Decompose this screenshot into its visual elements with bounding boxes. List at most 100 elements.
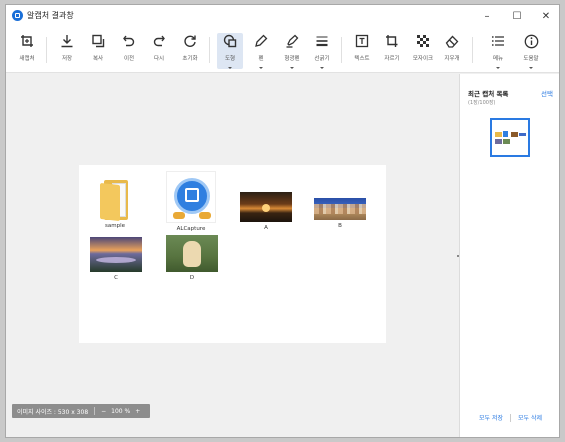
highlighter-label: 형광펜 — [284, 56, 300, 62]
mosaic-label: 모자이크 — [412, 56, 434, 62]
capture-count: (1장/100장) — [468, 100, 496, 106]
close-button[interactable]: ✕ — [531, 5, 559, 27]
chevron-down-icon — [496, 67, 500, 69]
info-icon — [522, 33, 540, 49]
highlighter-icon — [283, 33, 301, 49]
chevron-down-icon — [290, 67, 294, 69]
new-capture-label: 새캡처 — [19, 56, 35, 62]
zoom-level: 100 % — [111, 407, 131, 415]
shape-tool-button[interactable]: 도형 — [217, 33, 243, 69]
reset-icon — [181, 33, 199, 49]
captured-image[interactable]: sample ALCapture A B C D — [79, 165, 386, 343]
text-tool-button[interactable]: 텍스트 — [349, 33, 375, 69]
title-bar: 알캡처 결과창 – ☐ ✕ — [6, 5, 559, 27]
item-caption: sample — [105, 223, 125, 229]
mosaic-tool-button[interactable]: 모자이크 — [410, 33, 436, 69]
text-label: 텍스트 — [354, 56, 370, 62]
zoom-out-button[interactable]: − — [101, 408, 106, 415]
new-capture-icon — [18, 33, 36, 49]
pen-tool-button[interactable]: 펜 — [248, 33, 274, 69]
shape-label: 도형 — [224, 56, 236, 62]
item-caption: D — [189, 275, 195, 281]
crop-label: 자르기 — [384, 56, 400, 62]
zoom-in-button[interactable]: + — [135, 408, 140, 415]
redo-label: 다시 — [153, 56, 165, 62]
result-window: 알캡처 결과창 – ☐ ✕ 새캡처 저장 복사 이전 다시 초기화 도형 펜 형… — [5, 4, 560, 438]
chevron-down-icon — [259, 67, 263, 69]
redo-button[interactable]: 다시 — [146, 33, 172, 69]
eraser-tool-button[interactable]: 지우개 — [439, 33, 465, 69]
new-capture-button[interactable]: 새캡처 — [14, 33, 40, 69]
dog-photo — [166, 235, 218, 272]
status-divider — [94, 407, 96, 415]
eraser-icon — [443, 33, 461, 49]
item-caption: ALCapture — [176, 226, 206, 232]
toolbar-separator — [46, 37, 47, 63]
folder-item: sample — [100, 178, 130, 229]
image-size-readout: 이미지 사이즈 : 530 x 308 — [17, 408, 89, 416]
photo-item: B — [314, 198, 366, 229]
line-thickness-label: 선굵기 — [314, 56, 330, 62]
item-caption: C — [114, 275, 118, 281]
group-photo — [314, 198, 366, 220]
toolbar: 새캡처 저장 복사 이전 다시 초기화 도형 펜 형광펜 선굵기 텍스트 자르기… — [6, 27, 559, 73]
alcapture-logo-icon — [12, 10, 23, 21]
photo-item: A — [240, 192, 292, 231]
copy-icon — [89, 33, 107, 49]
chevron-down-icon — [228, 67, 232, 69]
delete-all-button[interactable]: 모두 삭제 — [518, 413, 542, 422]
help-button[interactable]: 도움말 — [518, 33, 544, 69]
undo-icon — [120, 33, 138, 49]
menu-button[interactable]: 메뉴 — [485, 33, 511, 69]
item-caption: A — [264, 225, 268, 231]
save-label: 저장 — [61, 56, 73, 62]
status-bar: 이미지 사이즈 : 530 x 308 − 100 % + — [12, 404, 151, 418]
recent-capture-thumbnail[interactable] — [490, 118, 530, 157]
pen-icon — [252, 33, 270, 49]
crop-tool-button[interactable]: 자르기 — [379, 33, 405, 69]
download-icon — [58, 33, 76, 49]
undo-label: 이전 — [123, 56, 135, 62]
copy-label: 복사 — [92, 56, 104, 62]
highlighter-tool-button[interactable]: 형광펜 — [279, 33, 305, 69]
menu-icon — [489, 33, 507, 49]
footer-divider — [510, 413, 511, 422]
shape-icon — [221, 33, 239, 49]
save-all-button[interactable]: 모두 저장 — [479, 413, 503, 422]
line-thickness-icon — [313, 33, 331, 49]
menu-label: 메뉴 — [492, 56, 504, 62]
chevron-down-icon — [529, 67, 533, 69]
recent-captures-panel: 최근 캡처 목록 선택 (1장/100장) 모두 저장 모두 삭제 — [459, 74, 559, 437]
minimize-button[interactable]: – — [472, 5, 502, 27]
window-title: 알캡처 결과창 — [27, 11, 74, 20]
canvas-area[interactable]: sample ALCapture A B C D 이미지 사이즈: 530 x… — [6, 74, 459, 437]
folder-icon — [100, 178, 130, 222]
sunset-photo — [240, 192, 292, 222]
toolbar-separator — [209, 37, 210, 63]
save-button[interactable]: 저장 — [54, 33, 80, 69]
photo-item: D — [166, 235, 218, 281]
pen-label: 펜 — [258, 56, 264, 62]
maximize-button[interactable]: ☐ — [502, 5, 532, 27]
select-link[interactable]: 선택 — [541, 88, 553, 98]
photo-item: C — [90, 237, 142, 281]
reset-label: 초기화 — [182, 56, 198, 62]
item-caption: B — [338, 223, 342, 229]
recent-captures-title: 최근 캡처 목록 — [468, 90, 509, 98]
eraser-label: 지우개 — [444, 56, 460, 62]
copy-button[interactable]: 복사 — [85, 33, 111, 69]
toolbar-separator — [472, 37, 473, 63]
chevron-down-icon — [320, 67, 324, 69]
undo-button[interactable]: 이전 — [116, 33, 142, 69]
line-thickness-button[interactable]: 선굵기 — [309, 33, 335, 69]
crop-icon — [383, 33, 401, 49]
help-label: 도움말 — [523, 56, 539, 62]
mosaic-icon — [414, 33, 432, 49]
app-item: ALCapture — [166, 171, 216, 232]
toolbar-separator — [341, 37, 342, 63]
redo-icon — [150, 33, 168, 49]
reset-button[interactable]: 초기화 — [177, 33, 203, 69]
alcapture-app-icon — [166, 171, 216, 223]
panel-footer: 모두 저장 모두 삭제 — [460, 413, 559, 422]
landscape-photo — [90, 237, 142, 272]
